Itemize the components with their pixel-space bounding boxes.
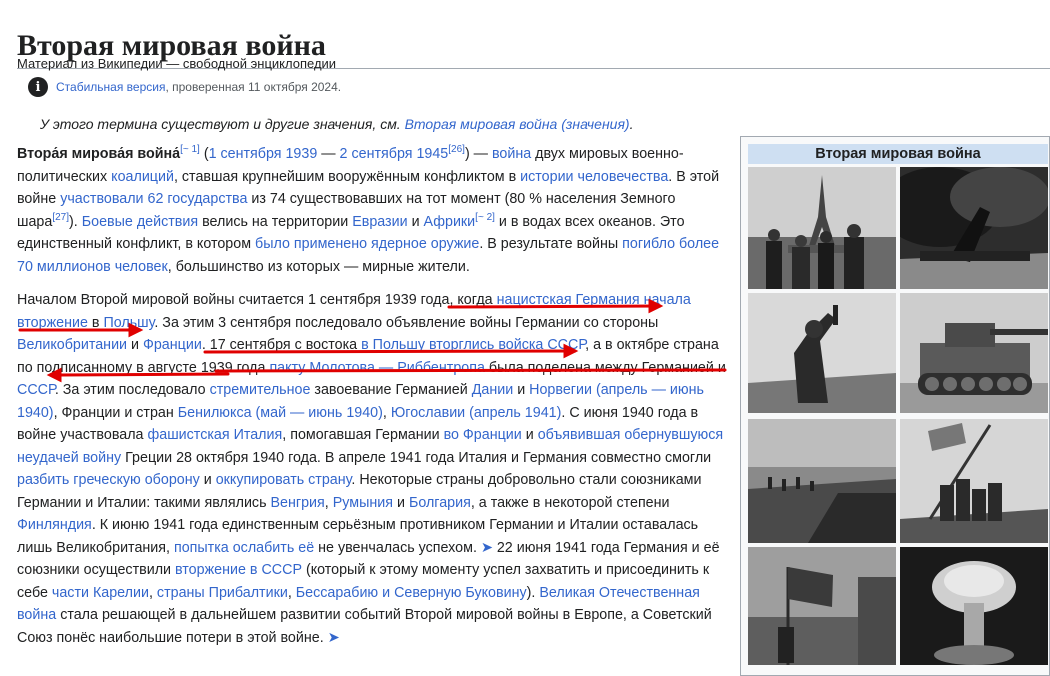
link[interactable]: Болгария bbox=[409, 495, 471, 511]
link[interactable]: Бессарабию и Северную Буковину bbox=[296, 585, 527, 601]
arrow-right-icon[interactable]: ➤ bbox=[328, 630, 340, 646]
info-icon: i bbox=[28, 77, 48, 97]
link[interactable]: пакту Молотова — Риббентропа bbox=[269, 360, 484, 376]
link[interactable]: Венгрия bbox=[271, 495, 325, 511]
link[interactable]: разбить греческую оборону bbox=[17, 472, 200, 488]
reference-link[interactable]: [~ 1] bbox=[180, 144, 200, 155]
link[interactable]: 1 сентября 1939 bbox=[209, 146, 318, 162]
link[interactable]: Норвегии bbox=[529, 382, 592, 398]
link[interactable]: было применено ядерное оружие bbox=[255, 236, 479, 252]
link[interactable]: во Франции bbox=[444, 427, 522, 443]
link[interactable]: вторжение в СССР bbox=[175, 562, 302, 578]
link[interactable]: (апрель 1941) bbox=[469, 405, 561, 421]
arrow-right-icon[interactable]: ➤ bbox=[481, 540, 493, 556]
link[interactable]: попытка ослабить её bbox=[174, 540, 314, 556]
link[interactable]: участвовали 62 государства bbox=[60, 191, 247, 207]
infobox-title: Вторая мировая война bbox=[748, 144, 1048, 164]
from-wikipedia-note: Материал из Википедии — свободной энцикл… bbox=[17, 56, 337, 71]
link[interactable]: коалиций bbox=[111, 169, 174, 185]
photo-soviet-soldier[interactable] bbox=[748, 293, 896, 413]
link[interactable]: Югославии bbox=[391, 405, 465, 421]
reference-link[interactable]: [~ 2] bbox=[475, 212, 495, 223]
link[interactable]: Финляндия bbox=[17, 517, 92, 533]
link[interactable]: в Польшу вторглись войска СССР bbox=[361, 337, 585, 353]
link[interactable]: (май — июнь 1940) bbox=[256, 405, 383, 421]
reference-link[interactable]: [26] bbox=[448, 144, 465, 155]
link[interactable]: фашистская Италия bbox=[147, 427, 282, 443]
link[interactable]: Франции bbox=[143, 337, 202, 353]
photo-iwo-jima-flag[interactable] bbox=[900, 419, 1048, 543]
link[interactable]: 2 сентября 1945 bbox=[340, 146, 449, 162]
paragraph-beginning: Началом Второй мировой войны считается 1… bbox=[17, 292, 726, 646]
link[interactable]: оккупировать страну bbox=[216, 472, 352, 488]
photo-paris-eiffel-tower[interactable] bbox=[748, 167, 896, 289]
paragraph-intro: Втора́я мирова́я война́[~ 1] (1 сентября… bbox=[17, 144, 720, 275]
link[interactable]: Румыния bbox=[333, 495, 393, 511]
disambiguation-link[interactable]: Вторая мировая война (значения) bbox=[405, 116, 630, 132]
link[interactable]: Дании bbox=[472, 382, 514, 398]
infobox: Вторая мировая война bbox=[740, 136, 1050, 676]
link[interactable]: Польшу bbox=[103, 315, 154, 331]
stable-version-date: , проверенная 11 октября 2024. bbox=[165, 80, 342, 94]
link[interactable]: Боевые действия bbox=[82, 214, 198, 230]
link[interactable]: истории человечества bbox=[520, 169, 668, 185]
hatnote: У этого термина существуют и другие знач… bbox=[40, 116, 634, 132]
link[interactable]: страны Прибалтики bbox=[157, 585, 288, 601]
photo-tiger-tank[interactable] bbox=[900, 293, 1048, 413]
photo-d-day-landing[interactable] bbox=[748, 419, 896, 543]
link[interactable]: стремительное bbox=[210, 382, 311, 398]
photo-pearl-harbor[interactable] bbox=[900, 167, 1048, 289]
link[interactable]: СССР bbox=[17, 382, 55, 398]
stable-version-link[interactable]: Стабильная версия bbox=[56, 80, 165, 94]
photo-nuclear-mushroom-cloud[interactable] bbox=[900, 547, 1048, 665]
photo-reichstag-flag[interactable] bbox=[748, 547, 896, 665]
link[interactable]: Евразии bbox=[352, 214, 407, 230]
reference-link[interactable]: [27] bbox=[52, 212, 69, 223]
link[interactable]: Великобритании bbox=[17, 337, 127, 353]
link[interactable]: Бенилюкса bbox=[178, 405, 252, 421]
article-body: Втора́я мирова́я война́[~ 1] (1 сентября… bbox=[17, 143, 729, 660]
stable-version-notice: i Стабильная версия , проверенная 11 окт… bbox=[28, 77, 341, 97]
link[interactable]: Африки bbox=[424, 214, 476, 230]
link[interactable]: части Карелии bbox=[52, 585, 149, 601]
link[interactable]: война bbox=[492, 146, 531, 162]
